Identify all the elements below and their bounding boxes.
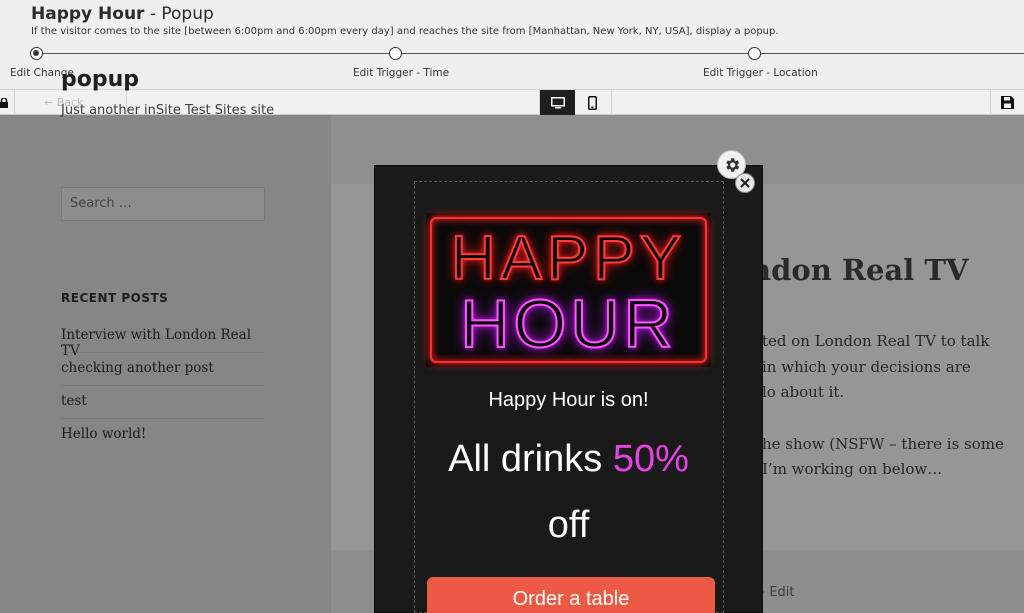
recent-posts-list: Interview with London Real TV checking a… bbox=[61, 320, 265, 452]
rule-description: If the visitor comes to the site [betwee… bbox=[31, 26, 779, 37]
steps-line bbox=[36, 53, 1024, 54]
post-text-line: I’m working on below… bbox=[762, 460, 943, 478]
offer-percent: 50% bbox=[612, 438, 689, 480]
popup-offer: All drinks 50% bbox=[448, 438, 689, 480]
post-title[interactable]: ndon Real TV bbox=[750, 253, 968, 287]
close-icon bbox=[740, 178, 750, 188]
save-icon bbox=[1000, 96, 1014, 109]
recent-post-link[interactable]: checking another post bbox=[61, 353, 265, 386]
save-button[interactable] bbox=[996, 90, 1018, 115]
neon-text-hour: HOUR bbox=[459, 285, 677, 363]
post-text-line: in which your decisions are bbox=[762, 358, 971, 376]
mobile-icon bbox=[587, 95, 597, 110]
editor-header: Happy Hour - Popup If the visitor comes … bbox=[0, 0, 1024, 89]
desktop-icon bbox=[550, 96, 565, 108]
step-dot-edit-trigger-time[interactable] bbox=[389, 47, 402, 60]
recent-posts-heading: RECENT POSTS bbox=[61, 291, 169, 305]
step-dot-edit-trigger-location[interactable] bbox=[748, 47, 761, 60]
post-text-line: he show (NSFW – there is some bbox=[762, 435, 1004, 453]
mobile-view-button[interactable] bbox=[580, 90, 604, 115]
step-label-edit-trigger-time[interactable]: Edit Trigger - Time bbox=[353, 67, 449, 79]
site-tagline: Just another inSite Test Sites site bbox=[61, 103, 275, 118]
gear-icon bbox=[725, 157, 739, 172]
step-label-edit-trigger-location[interactable]: Edit Trigger - Location bbox=[703, 67, 818, 79]
popup-offer-suffix: off bbox=[547, 504, 590, 546]
page-title: Happy Hour - Popup bbox=[31, 4, 214, 24]
step-dot-edit-change[interactable] bbox=[30, 47, 43, 60]
recent-post-link[interactable]: Hello world! bbox=[61, 419, 265, 452]
popup-headline: Happy Hour is on! bbox=[488, 389, 649, 411]
site-title[interactable]: popup bbox=[61, 67, 139, 92]
happy-hour-neon-image: HAPPY HOUR bbox=[426, 213, 711, 367]
recent-post-link[interactable]: test bbox=[61, 386, 265, 419]
edit-link[interactable]: › Edit bbox=[760, 585, 795, 600]
post-text-line: lo about it. bbox=[762, 383, 845, 401]
post-text-line: ted on London Real TV to talk bbox=[762, 332, 990, 350]
desktop-view-button[interactable] bbox=[540, 90, 575, 115]
recent-post-link[interactable]: Interview with London Real TV bbox=[61, 320, 265, 359]
search-input[interactable]: Search … bbox=[61, 187, 265, 221]
popup-close-button[interactable] bbox=[735, 173, 755, 193]
neon-text-happy: HAPPY bbox=[450, 223, 687, 294]
lock-icon[interactable] bbox=[0, 90, 8, 115]
order-table-button[interactable]: Order a table bbox=[427, 577, 715, 613]
